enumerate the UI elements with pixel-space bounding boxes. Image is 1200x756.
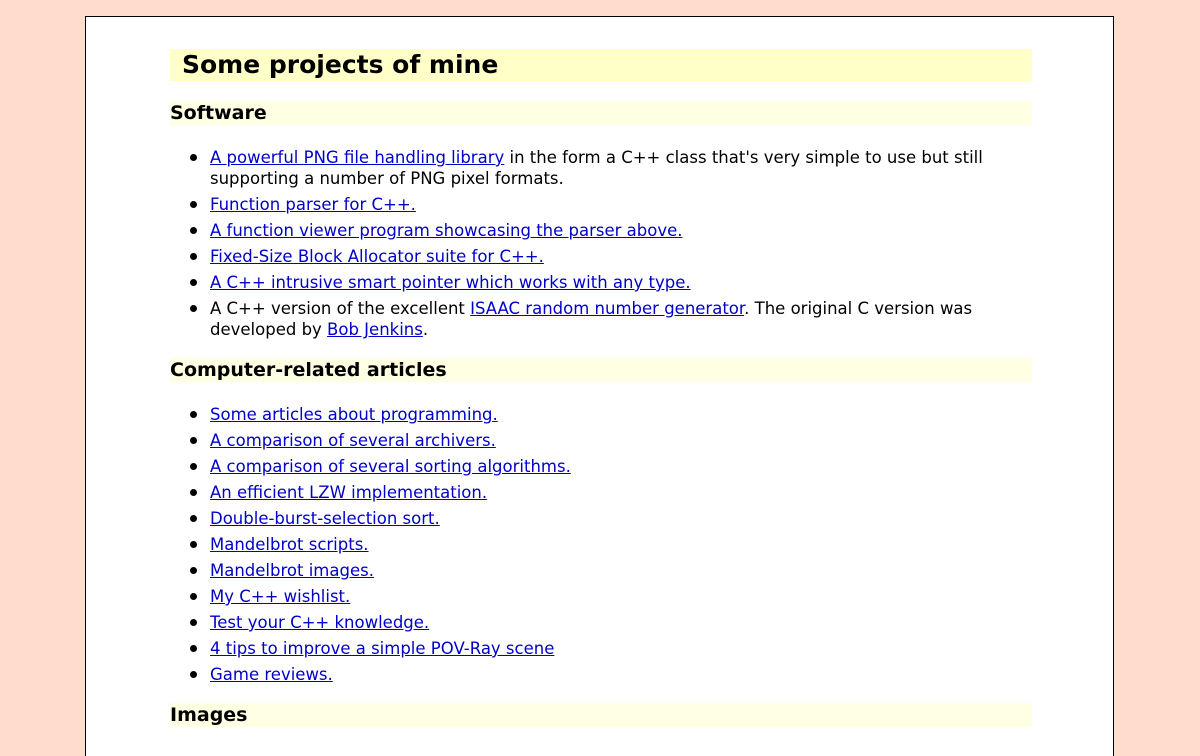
list-item: A function viewer program showcasing the… (170, 220, 1032, 241)
list-item: A C++ version of the excellent ISAAC ran… (170, 298, 1032, 340)
list-item: Function parser for C++. (170, 194, 1032, 215)
bullet-icon (190, 541, 197, 548)
software-list: A powerful PNG file handling library in … (170, 147, 1032, 340)
article-link-cpp-wishlist[interactable]: My C++ wishlist. (210, 587, 350, 606)
smart-pointer-link[interactable]: A C++ intrusive smart pointer which work… (210, 273, 691, 292)
block-allocator-link[interactable]: Fixed-Size Block Allocator suite for C++… (210, 247, 544, 266)
articles-list: Some articles about programming. A compa… (170, 404, 1032, 685)
bullet-icon (190, 227, 197, 234)
article-link-programming[interactable]: Some articles about programming. (210, 405, 498, 424)
bullet-icon (190, 489, 197, 496)
bullet-icon (190, 515, 197, 522)
isaac-text-post: . (422, 320, 429, 339)
list-item: My C++ wishlist. (170, 586, 1032, 607)
list-item: Fixed-Size Block Allocator suite for C++… (170, 246, 1032, 267)
list-item: A comparison of several sorting algorith… (170, 456, 1032, 477)
images-heading: Images (170, 703, 1032, 727)
list-item: Game reviews. (170, 664, 1032, 685)
main-content: Some projects of mine Software A powerfu… (170, 49, 1032, 727)
article-link-sorting[interactable]: A comparison of several sorting algorith… (210, 457, 571, 476)
list-item: An efficient LZW implementation. (170, 482, 1032, 503)
function-parser-link[interactable]: Function parser for C++. (210, 195, 416, 214)
list-item: Mandelbrot images. (170, 560, 1032, 581)
list-item: A comparison of several archivers. (170, 430, 1032, 451)
bullet-icon (190, 593, 197, 600)
articles-heading: Computer-related articles (170, 358, 1032, 382)
png-library-link[interactable]: A powerful PNG file handling library (210, 148, 504, 167)
article-link-mandelbrot-images[interactable]: Mandelbrot images. (210, 561, 374, 580)
list-item: Test your C++ knowledge. (170, 612, 1032, 633)
bullet-icon (190, 671, 197, 678)
bullet-icon (190, 619, 197, 626)
bullet-icon (190, 201, 197, 208)
article-link-mandelbrot-scripts[interactable]: Mandelbrot scripts. (210, 535, 369, 554)
isaac-link[interactable]: ISAAC random number generator (470, 299, 744, 318)
article-link-cpp-test[interactable]: Test your C++ knowledge. (210, 613, 429, 632)
bullet-icon (190, 279, 197, 286)
list-item: 4 tips to improve a simple POV-Ray scene (170, 638, 1032, 659)
bullet-icon (190, 437, 197, 444)
function-viewer-link[interactable]: A function viewer program showcasing the… (210, 221, 683, 240)
page-container: Some projects of mine Software A powerfu… (85, 16, 1114, 756)
bullet-icon (190, 645, 197, 652)
bullet-icon (190, 154, 197, 161)
list-item: Mandelbrot scripts. (170, 534, 1032, 555)
page-title: Some projects of mine (170, 49, 1032, 81)
article-link-lzw[interactable]: An efficient LZW implementation. (210, 483, 487, 502)
bullet-icon (190, 411, 197, 418)
list-item: Some articles about programming. (170, 404, 1032, 425)
isaac-text-pre: A C++ version of the excellent (210, 299, 471, 318)
bob-jenkins-link[interactable]: Bob Jenkins (327, 320, 423, 339)
software-heading: Software (170, 101, 1032, 125)
bullet-icon (190, 463, 197, 470)
bullet-icon (190, 567, 197, 574)
bullet-icon (190, 253, 197, 260)
list-item: Double-burst-selection sort. (170, 508, 1032, 529)
bullet-icon (190, 305, 197, 312)
article-link-game-reviews[interactable]: Game reviews. (210, 665, 333, 684)
list-item: A powerful PNG file handling library in … (170, 147, 1032, 189)
article-link-dbs-sort[interactable]: Double-burst-selection sort. (210, 509, 440, 528)
article-link-archivers[interactable]: A comparison of several archivers. (210, 431, 496, 450)
article-link-povray-tips[interactable]: 4 tips to improve a simple POV-Ray scene (210, 639, 554, 658)
list-item: A C++ intrusive smart pointer which work… (170, 272, 1032, 293)
